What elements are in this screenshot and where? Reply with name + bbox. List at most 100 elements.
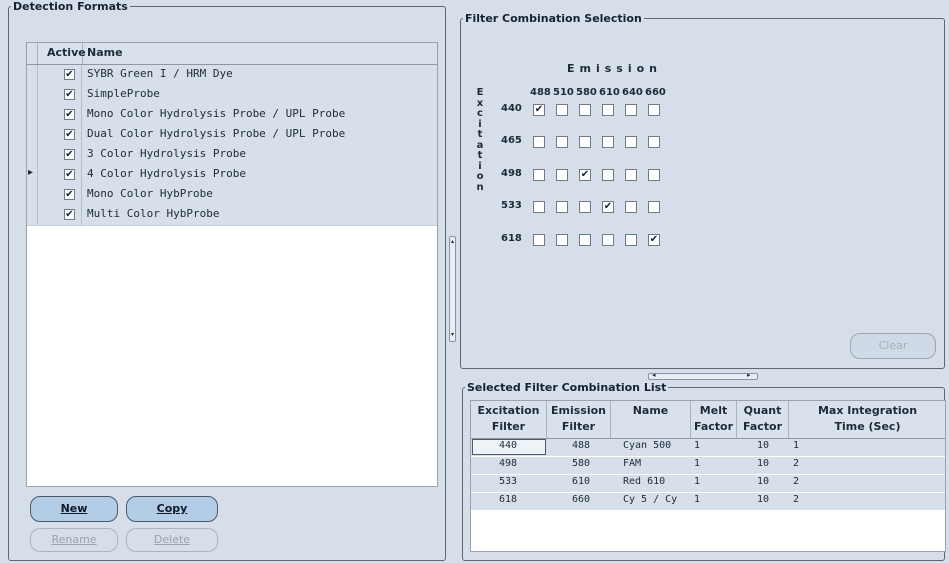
filter-combination-checkbox[interactable] [648,136,660,148]
filter-combination-checkbox[interactable] [579,104,591,116]
splitter-arrow-up-icon: ▴ [451,238,455,245]
filter-combination-checkbox[interactable] [533,201,545,213]
table-cell: Cy 5 / Cy [623,494,678,505]
filter-combination-checkbox[interactable] [579,234,591,246]
active-checkbox[interactable]: ✔ [64,69,75,80]
column-header-name[interactable]: Name [87,46,123,59]
column-header-line: Filter [561,420,596,433]
table-row[interactable]: 533 610 Red 610 1 10 2 [471,475,945,492]
emission-header: 488 [530,87,551,98]
copy-button[interactable]: Copy [126,496,218,522]
excitation-row-label: 440 [501,103,522,114]
filter-combination-checkbox[interactable] [602,104,614,116]
active-checkbox[interactable]: ✔ [64,209,75,220]
filter-matrix: 488 510 580 610 640 660 440 ✔ 465 498 ✔ 533 ✔ 618 ✔ [462,30,762,290]
filter-combination-checkbox[interactable] [579,136,591,148]
list-item[interactable]: ✔ 3 Color Hydrolysis Probe [27,145,437,166]
column-header[interactable]: Emission Filter [547,401,611,438]
filter-combination-checkbox[interactable] [556,104,568,116]
filter-combination-checkbox[interactable] [533,169,545,181]
filter-combination-checkbox[interactable] [625,136,637,148]
column-header-line: Time (Sec) [834,420,901,433]
checkmark-icon: ✔ [65,109,74,120]
table-row[interactable]: 618 660 Cy 5 / Cy 1 10 2 [471,493,945,510]
list-item[interactable]: ✔ Mono Color Hydrolysis Probe / UPL Probe [27,105,437,126]
filter-combination-checkbox[interactable] [602,234,614,246]
list-item[interactable]: ✔ SimpleProbe [27,85,437,106]
list-item[interactable]: ✔ SYBR Green I / HRM Dye [27,65,437,86]
splitter-arrow-left-icon: ◂ [652,371,656,379]
filter-combination-checkbox[interactable]: ✔ [579,169,591,181]
filter-combination-checkbox[interactable] [556,234,568,246]
table-cell: Cyan 500 [623,440,672,451]
table-cell: 1 [694,458,701,469]
filter-combination-checkbox[interactable] [648,104,660,116]
emission-header: 660 [645,87,666,98]
filter-combination-checkbox[interactable] [533,136,545,148]
splitter-arrow-right-icon: ▸ [747,371,751,379]
active-checkbox[interactable]: ✔ [64,169,75,180]
emission-header: 510 [553,87,574,98]
horizontal-splitter-handle[interactable]: ◂ ▸ [648,371,758,380]
filter-combination-checkbox[interactable] [625,169,637,181]
filter-combination-checkbox[interactable] [556,201,568,213]
column-header[interactable]: Melt Factor [691,401,737,438]
active-cell: ✔ [37,205,82,225]
active-cell: ✔ [37,165,82,185]
checkmark-icon: ✔ [534,104,544,115]
filter-combination-checkbox[interactable]: ✔ [533,104,545,116]
new-button-label: New [60,502,88,515]
checkmark-icon: ✔ [603,201,613,212]
filter-combination-checkbox[interactable] [602,136,614,148]
delete-button[interactable]: Delete [126,528,218,552]
filter-combination-checkbox[interactable] [556,169,568,181]
table-row[interactable]: 498 580 FAM 1 10 2 [471,457,945,474]
new-button[interactable]: New [30,496,118,522]
column-header-line: Factor [693,420,734,433]
filter-combination-checkbox[interactable] [556,136,568,148]
filter-combination-checkbox[interactable] [648,201,660,213]
emission-header: 610 [599,87,620,98]
active-checkbox[interactable]: ✔ [64,109,75,120]
list-item[interactable]: ✔ Dual Color Hydrolysis Probe / UPL Probe [27,125,437,146]
active-checkbox[interactable]: ✔ [64,189,75,200]
filter-combination-checkbox[interactable] [625,104,637,116]
filter-combination-checkbox[interactable]: ✔ [648,234,660,246]
table-cell: 498 [499,458,518,469]
list-item[interactable]: ✔ Multi Color HybProbe [27,205,437,226]
checkmark-icon: ✔ [65,169,74,180]
table-cell: 2 [793,494,800,505]
format-name: Mono Color HybProbe [87,187,213,200]
list-item[interactable]: ✔ Mono Color HybProbe [27,185,437,206]
column-header[interactable]: Excitation Filter [471,401,547,438]
rename-button[interactable]: Rename [30,528,118,552]
format-name: Mono Color Hydrolysis Probe / UPL Probe [87,107,346,120]
column-header[interactable]: Max Integration Time (Sec) [789,401,945,438]
list-item[interactable]: ▸ ✔ 4 Color Hydrolysis Probe [27,165,437,186]
clear-button[interactable]: Clear [850,333,936,359]
filter-combination-checkbox[interactable] [648,169,660,181]
column-header-active[interactable]: Active [47,46,86,59]
excitation-row-label: 465 [501,135,522,146]
filter-combination-checkbox[interactable]: ✔ [602,201,614,213]
table-cell: 10 [757,476,770,487]
filter-combination-checkbox[interactable] [533,234,545,246]
active-checkbox[interactable]: ✔ [64,149,75,160]
table-row[interactable]: 440 488 Cyan 500 1 10 1 [471,439,945,456]
excitation-row-label: 498 [501,168,522,179]
column-header-line: Excitation [477,404,540,417]
filter-combination-checkbox[interactable] [602,169,614,181]
active-cell: ✔ [37,65,82,85]
active-cell: ✔ [37,85,82,105]
active-checkbox[interactable]: ✔ [64,89,75,100]
filter-combination-checkbox[interactable] [625,234,637,246]
column-header[interactable]: Name [611,401,691,438]
vertical-splitter-handle[interactable]: ▴ ▾ [449,236,456,342]
filter-matrix-area: Emission Excitation 488 510 580 610 640 660 44… [462,30,943,367]
column-header[interactable]: Quant Factor [737,401,789,438]
filter-combination-checkbox[interactable] [625,201,637,213]
format-name: 4 Color Hydrolysis Probe [87,167,246,180]
active-checkbox[interactable]: ✔ [64,129,75,140]
delete-button-label: Delete [153,533,191,546]
filter-combination-checkbox[interactable] [579,201,591,213]
